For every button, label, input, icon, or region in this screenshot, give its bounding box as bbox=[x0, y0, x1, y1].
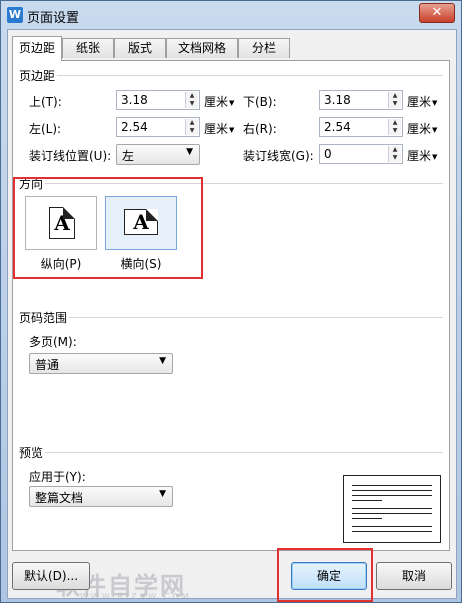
orientation-highlight-box bbox=[13, 177, 203, 279]
apply-to-label: 应用于(Y): bbox=[29, 470, 86, 484]
ok-highlight-box bbox=[277, 548, 373, 602]
multiple-pages-label: 多页(M): bbox=[29, 335, 77, 349]
chevron-down-icon: ▼ bbox=[186, 147, 193, 157]
page-preview bbox=[343, 475, 441, 543]
right-margin-value: 2.54 bbox=[324, 120, 351, 134]
gutter-width-label: 装订线宽(G): bbox=[243, 149, 314, 163]
right-margin-unit-select[interactable]: 厘米▼ bbox=[407, 120, 437, 137]
bottom-margin-input[interactable]: 3.18 ▲ ▼ bbox=[319, 90, 403, 110]
gutter-width-spinner[interactable]: ▲ ▼ bbox=[388, 146, 401, 162]
left-margin-value: 2.54 bbox=[121, 120, 148, 134]
pages-section-title: 页码范围 bbox=[19, 309, 70, 326]
gutter-width-unit-select[interactable]: 厘米▼ bbox=[407, 147, 437, 164]
title-bar[interactable]: W 页面设置 ✕ bbox=[1, 1, 461, 29]
cancel-button[interactable]: 取消 bbox=[376, 562, 452, 590]
apply-to-value: 整篇文档 bbox=[35, 491, 84, 505]
tab-panel-margins: 页边距 上(T): 3.18 ▲ ▼ 厘米▼ 下(B): 3.18 ▲ ▼ 厘米▼ … bbox=[12, 60, 450, 551]
multiple-pages-value: 普通 bbox=[35, 358, 60, 372]
multiple-pages-select[interactable]: 普通 ▼ bbox=[29, 353, 173, 374]
preview-divider bbox=[21, 452, 443, 453]
gutter-position-select[interactable]: 左 ▼ bbox=[116, 144, 200, 165]
top-margin-input[interactable]: 3.18 ▲ ▼ bbox=[116, 90, 200, 110]
right-margin-input[interactable]: 2.54 ▲ ▼ bbox=[319, 117, 403, 137]
top-margin-label: 上(T): bbox=[29, 95, 62, 109]
chevron-down-icon: ▼ bbox=[159, 356, 166, 366]
pages-divider bbox=[21, 317, 443, 318]
gutter-width-value: 0 bbox=[324, 147, 332, 161]
dialog-title: 页面设置 bbox=[27, 11, 80, 26]
bottom-margin-unit-select[interactable]: 厘米▼ bbox=[407, 93, 437, 110]
right-margin-spinner[interactable]: ▲ ▼ bbox=[388, 119, 401, 135]
bottom-margin-spinner[interactable]: ▲ ▼ bbox=[388, 92, 401, 108]
tab-columns[interactable]: 分栏 bbox=[238, 38, 290, 58]
apply-to-select[interactable]: 整篇文档 ▼ bbox=[29, 486, 173, 507]
tab-document-grid[interactable]: 文档网格 bbox=[166, 38, 238, 58]
gutter-position-label: 装订线位置(U): bbox=[29, 149, 112, 163]
chevron-down-icon: ▼ bbox=[159, 489, 166, 499]
wps-app-icon: W bbox=[7, 7, 23, 23]
tab-layout[interactable]: 版式 bbox=[114, 38, 166, 58]
left-margin-spinner[interactable]: ▲ ▼ bbox=[185, 119, 198, 135]
default-button[interactable]: 默认(D)... bbox=[12, 562, 90, 590]
gutter-width-input[interactable]: 0 ▲ ▼ bbox=[319, 144, 403, 164]
top-margin-unit-select[interactable]: 厘米▼ bbox=[204, 93, 234, 110]
top-margin-value: 3.18 bbox=[121, 93, 148, 107]
dialog-body: 页边距 纸张 版式 文档网格 分栏 页边距 上(T): 3.18 ▲ ▼ 厘米▼ … bbox=[7, 29, 457, 601]
bottom-margin-label: 下(B): bbox=[243, 95, 277, 109]
left-margin-unit-select[interactable]: 厘米▼ bbox=[204, 120, 234, 137]
top-margin-spinner[interactable]: ▲ ▼ bbox=[185, 92, 198, 108]
left-margin-label: 左(L): bbox=[29, 122, 62, 136]
margins-section-title: 页边距 bbox=[19, 67, 58, 84]
bottom-margin-value: 3.18 bbox=[324, 93, 351, 107]
close-button[interactable]: ✕ bbox=[419, 3, 455, 23]
tab-paper[interactable]: 纸张 bbox=[62, 38, 114, 58]
gutter-position-value: 左 bbox=[122, 149, 135, 163]
watermark-url: WWW.RJZXW.COM bbox=[80, 592, 192, 601]
left-margin-input[interactable]: 2.54 ▲ ▼ bbox=[116, 117, 200, 137]
page-setup-dialog: W 页面设置 ✕ 页边距 纸张 版式 文档网格 分栏 页边距 上(T): 3.1… bbox=[0, 0, 462, 603]
margins-divider bbox=[21, 75, 443, 76]
tab-margins[interactable]: 页边距 bbox=[12, 36, 62, 61]
preview-section-title: 预览 bbox=[19, 444, 46, 461]
right-margin-label: 右(R): bbox=[243, 122, 277, 136]
